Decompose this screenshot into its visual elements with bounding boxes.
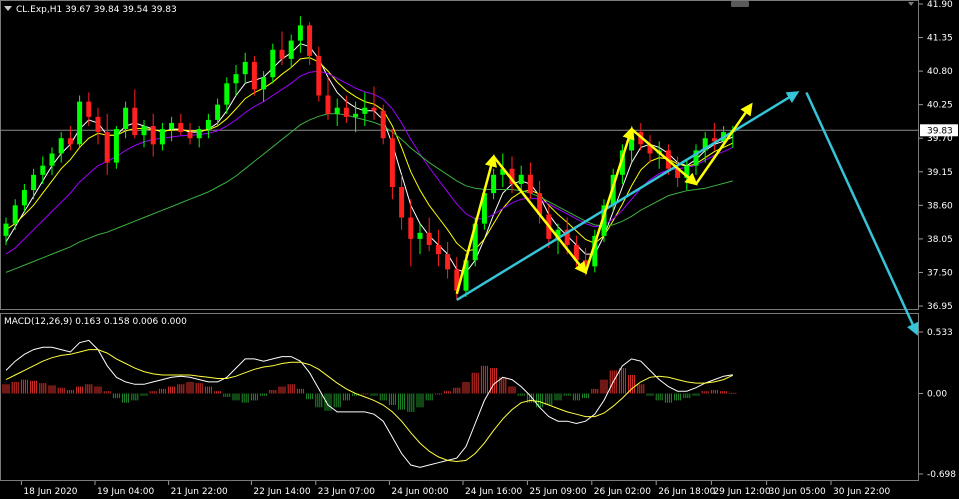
macd-tick-label: -0.698: [927, 470, 956, 480]
candle-body: [40, 165, 46, 175]
candle-body: [491, 174, 497, 194]
candle-body: [67, 138, 73, 145]
candle-body: [123, 107, 129, 130]
candle-body: [95, 116, 101, 133]
candle-body: [187, 132, 193, 139]
candle-body: [242, 61, 248, 75]
candle-body: [205, 119, 211, 130]
candle-body: [178, 122, 184, 133]
candle-body: [445, 254, 451, 270]
candle-body: [113, 129, 119, 163]
candle-body: [77, 101, 83, 145]
time-tick-label: 25 Jun 09:00: [529, 487, 586, 497]
time-tick-label: 30 Jun 22:00: [833, 487, 890, 497]
candle-body: [31, 174, 37, 191]
candle-body: [307, 25, 313, 56]
candle-body: [21, 190, 27, 206]
candle-body: [132, 107, 138, 136]
macd-tick-label: 0.533: [927, 328, 953, 338]
time-tick-label: 29 Jun 12:00: [713, 487, 770, 497]
candle-body: [380, 110, 386, 139]
time-tick-label: 24 Jun 16:00: [465, 487, 522, 497]
price-tick-label: 38.05: [927, 235, 953, 245]
candle-body: [316, 55, 322, 96]
symbol-header-text: CL.Exp,H1 39.67 39.84 39.54 39.83: [16, 5, 177, 15]
candle-body: [49, 153, 55, 166]
candle-body: [58, 138, 64, 154]
candle: [77, 95, 83, 148]
candle-body: [408, 217, 414, 239]
price-tick-label: 41.35: [927, 34, 953, 44]
candle-body: [279, 49, 285, 59]
candle-body: [150, 126, 156, 145]
candle-body: [389, 138, 395, 188]
price-tick-label: 39.15: [927, 168, 953, 178]
candle-body: [297, 25, 303, 41]
price-tick-label: 37.50: [927, 268, 953, 278]
candle-body: [261, 77, 267, 90]
symbol-header: CL.Exp,H1 39.67 39.84 39.54 39.83: [4, 5, 177, 15]
candle-body: [224, 83, 230, 105]
candle-body: [353, 113, 359, 117]
candle-body: [362, 107, 368, 114]
candle-body: [527, 174, 533, 194]
candle-body: [518, 174, 524, 184]
time-tick-label: 22 Jun 14:00: [253, 487, 310, 497]
candle-body: [251, 61, 257, 90]
time-tick-label: 21 Jun 22:00: [171, 487, 228, 497]
one-click-trading-tab[interactable]: [731, 1, 749, 7]
candle-body: [86, 101, 92, 117]
time-tick-label: 24 Jun 00:00: [391, 487, 448, 497]
candle-body: [215, 104, 221, 120]
candle-body: [169, 122, 175, 130]
candle-body: [343, 107, 349, 117]
candle-body: [159, 129, 165, 145]
price-tick-label: 40.25: [927, 101, 953, 111]
time-tick-label: 19 Jun 04:00: [97, 487, 154, 497]
time-tick-label: 26 Jun 18:00: [658, 487, 715, 497]
price-tick-label: 36.95: [927, 302, 953, 312]
current-price-label: 39.83: [927, 126, 953, 136]
price-tick-label: 38.60: [927, 201, 953, 211]
candle-body: [233, 74, 239, 84]
time-tick-label: 18 Jun 2020: [23, 487, 77, 497]
price-chart[interactable]: 41.9041.3540.8040.2539.7039.1538.6038.05…: [0, 0, 959, 499]
candle-body: [270, 49, 276, 78]
macd-label: MACD(12,26,9) 0.163 0.158 0.006 0.000: [4, 317, 187, 327]
price-tick-label: 40.80: [927, 67, 953, 77]
time-tick-label: 23 Jun 07:00: [318, 487, 375, 497]
candle-body: [371, 107, 377, 111]
candle-body: [288, 40, 294, 59]
time-tick-label: 30 Jun 05:00: [769, 487, 826, 497]
candle-body: [399, 187, 405, 218]
candle-body: [325, 95, 331, 114]
candle-body: [334, 107, 340, 114]
time-tick-label: 26 Jun 02:00: [594, 487, 651, 497]
candle-body: [417, 232, 423, 239]
candle-body: [141, 126, 147, 136]
candle-body: [426, 232, 432, 245]
candle-body: [3, 223, 9, 236]
macd-tick-label: 0.00: [927, 389, 947, 399]
price-tick-label: 41.90: [927, 0, 953, 10]
candle: [113, 126, 119, 169]
candle-body: [12, 205, 18, 224]
candle-body: [435, 244, 441, 255]
candle-body: [196, 129, 202, 139]
candle-body: [104, 132, 110, 163]
